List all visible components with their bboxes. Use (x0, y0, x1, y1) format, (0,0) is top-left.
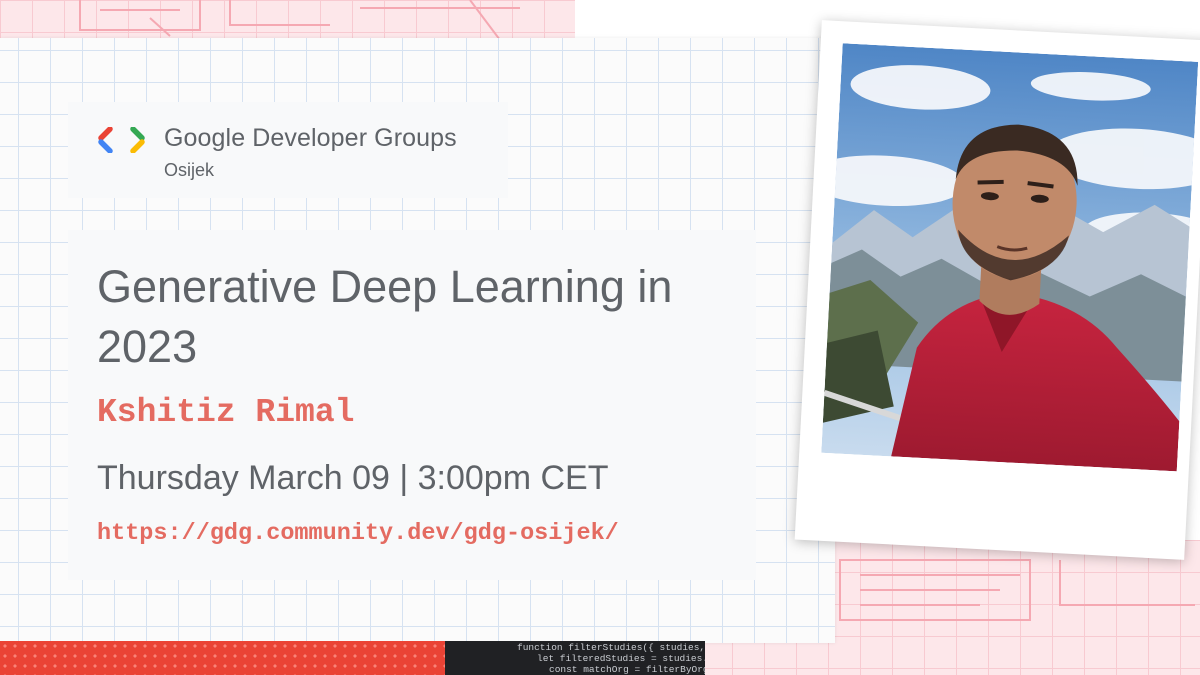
code-line: const matchOrg = filterByOrg (549, 664, 705, 675)
talk-title: Generative Deep Learning in 2023 (97, 261, 673, 372)
brand-name: Google Developer Groups (164, 124, 457, 152)
event-link[interactable]: https://gdg.community.dev/gdg-osijek/ (97, 520, 619, 547)
speaker-photo-frame (794, 20, 1200, 560)
chapter-name: Osijek (164, 160, 215, 180)
code-line: function filterStudies({ studies, f (517, 642, 705, 653)
code-line: let filteredStudies = studies.f (537, 653, 705, 664)
speaker-name: Kshitiz Rimal (97, 394, 355, 431)
gdg-brackets-icon (98, 127, 145, 153)
decorative-red-strip (0, 641, 460, 675)
event-banner: Google Developer Groups Osijek Generativ… (0, 0, 1200, 675)
speaker-portrait-photo (821, 43, 1199, 472)
decorative-code-snippet: function filterStudies({ studies, f let … (445, 641, 705, 675)
event-datetime: Thursday March 09 | 3:00pm CET (97, 459, 609, 497)
